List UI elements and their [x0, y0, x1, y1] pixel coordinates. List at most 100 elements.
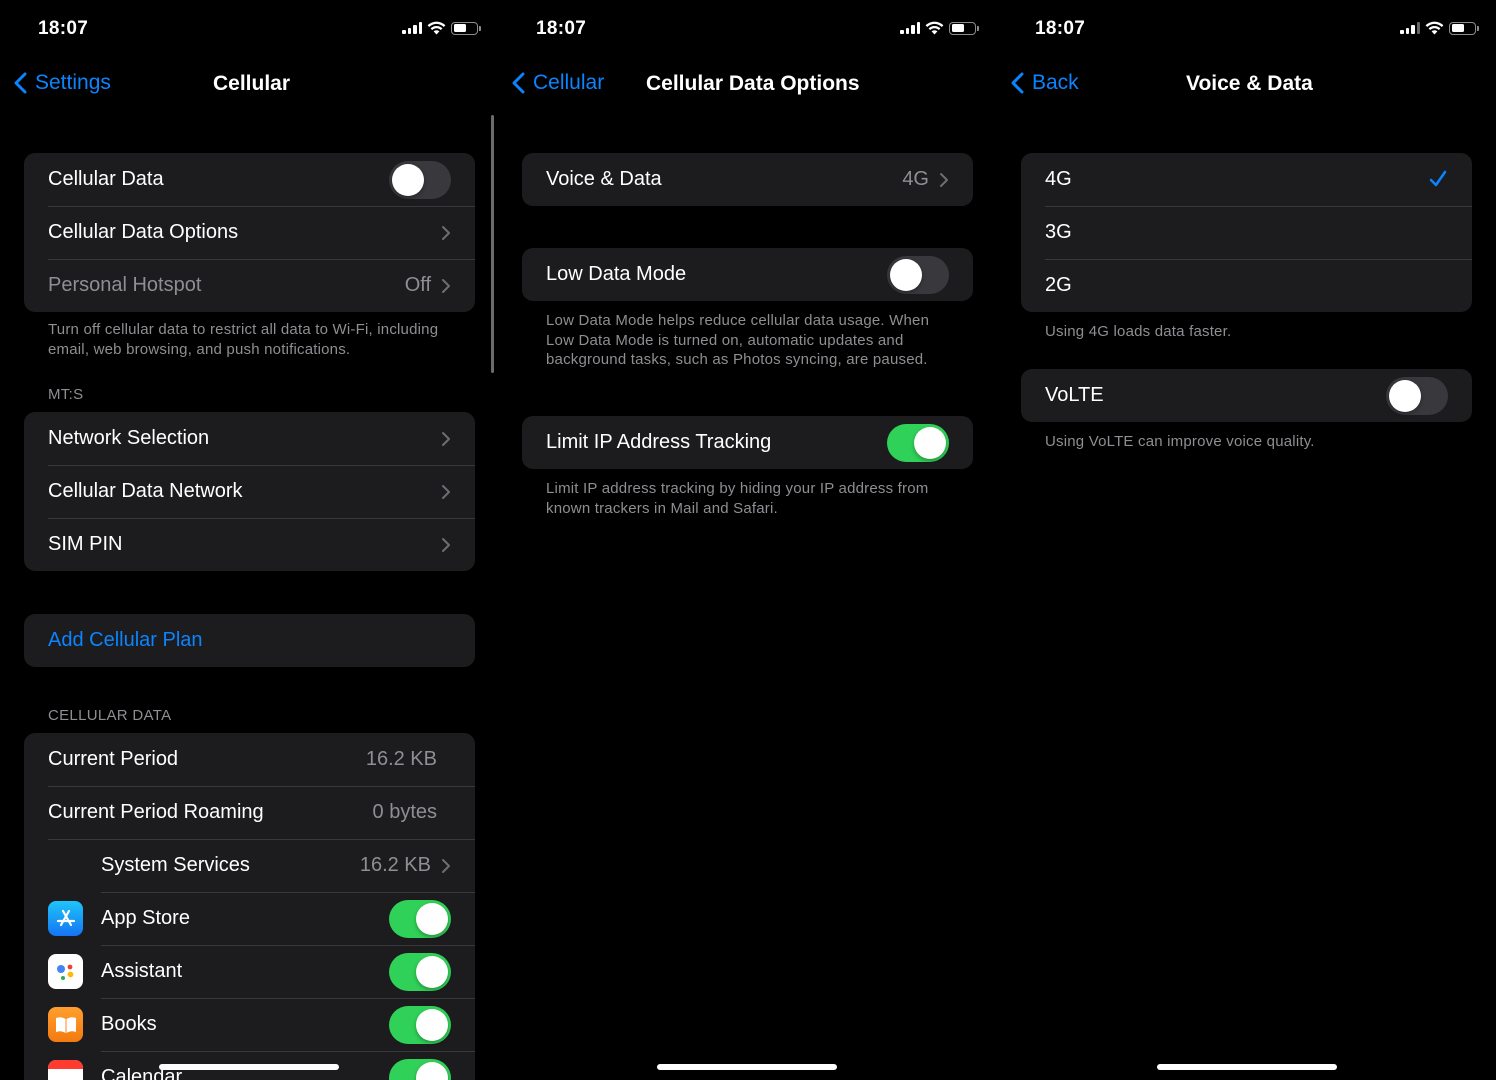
app-store-data-toggle[interactable] — [389, 900, 451, 938]
assistant-icon — [48, 954, 83, 989]
cellular-data-options-screen: 18:07 Cellular Cellular Data Options Voi… — [498, 0, 996, 1080]
current-period-roaming-value: 0 bytes — [372, 801, 437, 823]
network-group: Network Selection Cellular Data Network … — [24, 412, 475, 571]
assistant-data-toggle[interactable] — [389, 953, 451, 991]
limit-ip-tracking-footer: Limit IP address tracking by hiding your… — [546, 480, 929, 517]
usage-group: Current Period 16.2 KB Current Period Ro… — [24, 733, 475, 1080]
personal-hotspot-value: Off — [404, 274, 431, 296]
personal-hotspot-label: Personal Hotspot — [48, 274, 202, 296]
personal-hotspot-row[interactable]: Personal Hotspot Off — [24, 259, 475, 312]
cellular-signal-icon — [1400, 22, 1420, 34]
back-button[interactable]: Settings — [14, 71, 111, 95]
page-title: Cellular — [213, 72, 291, 95]
chevron-right-icon — [442, 858, 450, 873]
chevron-left-icon — [14, 72, 27, 94]
chevron-right-icon — [442, 225, 450, 240]
wifi-icon — [925, 21, 944, 35]
add-cellular-plan-button[interactable]: Add Cellular Plan — [24, 614, 475, 667]
app-store-icon — [48, 901, 83, 936]
checkmark-icon — [1429, 170, 1447, 187]
back-button-label: Cellular — [533, 71, 605, 94]
current-period-label: Current Period — [48, 748, 179, 770]
limit-ip-group: Limit IP Address Tracking — [522, 416, 973, 469]
option-label: 2G — [1045, 274, 1072, 296]
chevron-right-icon — [442, 484, 450, 499]
voice-data-value: 4G — [902, 168, 929, 190]
current-period-roaming-row: Current Period Roaming 0 bytes — [24, 786, 475, 839]
network-selection-label: Network Selection — [48, 427, 210, 449]
chevron-right-icon — [442, 537, 450, 552]
cellular-data-footer: Turn off cellular data to restrict all d… — [48, 321, 439, 358]
cellular-signal-icon — [900, 22, 920, 34]
current-period-row: Current Period 16.2 KB — [24, 733, 475, 786]
battery-icon — [949, 21, 979, 35]
home-indicator[interactable] — [1156, 1064, 1337, 1070]
cellular-data-options-label: Cellular Data Options — [48, 221, 239, 243]
low-data-mode-footer: Low Data Mode helps reduce cellular data… — [546, 312, 930, 368]
option-3g-row[interactable]: 3G — [1021, 206, 1472, 259]
low-data-mode-toggle[interactable] — [887, 256, 949, 294]
status-icons — [402, 21, 481, 35]
network-selection-row[interactable]: Network Selection — [24, 412, 475, 465]
voice-data-group: Voice & Data 4G — [522, 153, 973, 206]
carrier-header: MT:S — [48, 386, 84, 403]
cellular-signal-icon — [402, 22, 422, 34]
back-button[interactable]: Cellular — [512, 71, 604, 95]
sim-pin-label: SIM PIN — [48, 533, 123, 555]
nav-bar: Back Voice & Data — [997, 62, 1496, 106]
calendar-icon — [48, 1060, 83, 1080]
status-bar: 18:07 — [0, 0, 498, 60]
home-indicator[interactable] — [657, 1064, 837, 1070]
voice-data-screen: 18:07 Back Voice & Data 4G 3G 2G Using 4… — [997, 0, 1496, 1080]
nav-bar: Cellular Cellular Data Options — [498, 62, 996, 106]
chevron-right-icon — [442, 431, 450, 446]
option-2g-row[interactable]: 2G — [1021, 259, 1472, 312]
app-row-app-store: App Store — [24, 892, 475, 945]
add-cellular-plan-label: Add Cellular Plan — [48, 629, 203, 651]
volte-row[interactable]: VoLTE — [1021, 369, 1472, 422]
sim-pin-row[interactable]: SIM PIN — [24, 518, 475, 571]
add-plan-group: Add Cellular Plan — [24, 614, 475, 667]
battery-icon — [451, 21, 481, 35]
cellular-data-network-row[interactable]: Cellular Data Network — [24, 465, 475, 518]
limit-ip-tracking-toggle[interactable] — [887, 424, 949, 462]
cellular-data-header: CELLULAR DATA — [48, 707, 172, 724]
calendar-data-toggle[interactable] — [389, 1059, 451, 1080]
back-button[interactable]: Back — [1011, 71, 1079, 95]
volte-footer: Using VoLTE can improve voice quality. — [1045, 433, 1315, 450]
status-bar: 18:07 — [997, 0, 1496, 60]
option-label: 4G — [1045, 168, 1072, 190]
page-title: Voice & Data — [1186, 72, 1313, 95]
wifi-icon — [1425, 21, 1444, 35]
status-icons — [900, 21, 979, 35]
scroll-indicator[interactable] — [491, 115, 494, 373]
back-button-label: Settings — [35, 71, 111, 94]
chevron-right-icon — [940, 172, 948, 187]
voice-data-row[interactable]: Voice & Data 4G — [522, 153, 973, 206]
cellular-data-toggle[interactable] — [389, 161, 451, 199]
page-title: Cellular Data Options — [646, 72, 860, 95]
cellular-screen: 18:07 Settings Cellular Cellular Data Ce… — [0, 0, 498, 1080]
low-data-mode-row[interactable]: Low Data Mode — [522, 248, 973, 301]
cellular-data-row[interactable]: Cellular Data — [24, 153, 475, 206]
chevron-right-icon — [442, 278, 450, 293]
option-4g-row[interactable]: 4G — [1021, 153, 1472, 206]
low-data-group: Low Data Mode — [522, 248, 973, 301]
status-time: 18:07 — [1035, 18, 1086, 39]
network-options-group: 4G 3G 2G — [1021, 153, 1472, 312]
volte-group: VoLTE — [1021, 369, 1472, 422]
system-services-label: System Services — [101, 854, 250, 876]
current-period-roaming-label: Current Period Roaming — [48, 801, 264, 823]
home-indicator[interactable] — [159, 1064, 339, 1070]
back-button-label: Back — [1032, 71, 1079, 94]
volte-toggle[interactable] — [1386, 377, 1448, 415]
cellular-data-group: Cellular Data Cellular Data Options Pers… — [24, 153, 475, 312]
cellular-data-options-row[interactable]: Cellular Data Options — [24, 206, 475, 259]
app-row-assistant: Assistant — [24, 945, 475, 998]
system-services-row[interactable]: System Services 16.2 KB — [24, 839, 475, 892]
limit-ip-tracking-row[interactable]: Limit IP Address Tracking — [522, 416, 973, 469]
chevron-left-icon — [1011, 72, 1024, 94]
option-label: 3G — [1045, 221, 1072, 243]
system-services-value: 16.2 KB — [359, 854, 431, 876]
books-data-toggle[interactable] — [389, 1006, 451, 1044]
